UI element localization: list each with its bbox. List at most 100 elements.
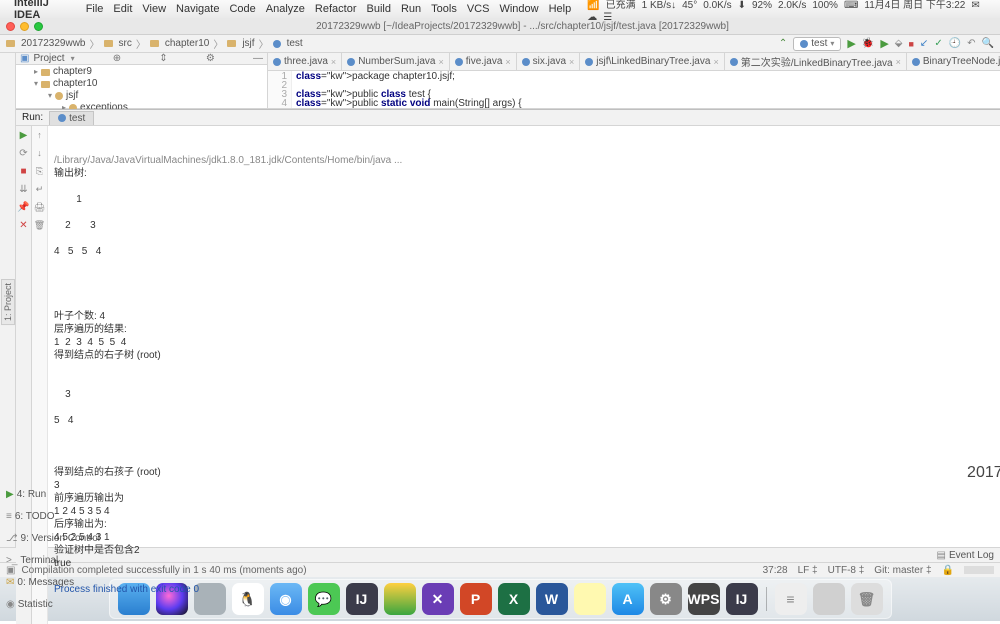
- bottom-tool-icon: ≡: [6, 511, 12, 522]
- run-toolbar-button[interactable]: ⇊: [18, 183, 30, 195]
- menu-run[interactable]: Run: [401, 3, 421, 15]
- run-icon[interactable]: ▶: [847, 37, 855, 50]
- editor-tab[interactable]: NumberSum.java×: [342, 53, 450, 70]
- status-menu-icon[interactable]: ▣: [6, 565, 15, 576]
- menu-navigate[interactable]: Navigate: [176, 3, 219, 15]
- breadcrumb-item[interactable]: src: [119, 38, 132, 49]
- minimize-window-icon[interactable]: [20, 22, 29, 31]
- menu-refactor[interactable]: Refactor: [315, 3, 357, 15]
- menu-vcs[interactable]: VCS: [467, 3, 490, 15]
- menu-analyze[interactable]: Analyze: [266, 3, 305, 15]
- console-toolbar-button[interactable]: ↵: [34, 183, 46, 195]
- run-toolbar-button[interactable]: 📌: [18, 201, 30, 213]
- menu-help[interactable]: Help: [549, 3, 572, 15]
- search-icon[interactable]: 🔍: [982, 38, 994, 49]
- console-line: [54, 232, 1000, 245]
- editor-tab[interactable]: three.java×: [268, 53, 342, 70]
- menubar-status-item[interactable]: 0.0K/s: [703, 0, 731, 11]
- close-window-icon[interactable]: [6, 22, 15, 31]
- console-toolbar-button[interactable]: 🗑: [34, 219, 46, 231]
- tree-arrow-icon[interactable]: ▸: [34, 66, 38, 78]
- tree-item[interactable]: ▾jsjf: [20, 90, 263, 102]
- java-file-icon: [522, 58, 530, 66]
- run-toolbar-button[interactable]: ⟳: [18, 147, 30, 159]
- tree-item[interactable]: ▾chapter10: [20, 78, 263, 90]
- zoom-window-icon[interactable]: [34, 22, 43, 31]
- editor-tab[interactable]: 第二次实验/LinkedBinaryTree.java×: [725, 53, 907, 70]
- menubar-status-item[interactable]: ⬇: [738, 0, 746, 11]
- gutter-line-numbers: 1234: [268, 71, 292, 108]
- menubar-status-item[interactable]: 11月4日 周日 下午3:22: [864, 0, 965, 11]
- run-tab[interactable]: test: [49, 111, 94, 125]
- stop-icon[interactable]: ■: [908, 39, 913, 49]
- menu-view[interactable]: View: [142, 3, 166, 15]
- tree-arrow-icon[interactable]: ▾: [48, 90, 52, 102]
- chevron-down-icon[interactable]: ▾: [71, 54, 75, 63]
- breadcrumb-item[interactable]: test: [287, 38, 303, 49]
- menu-file[interactable]: File: [86, 3, 104, 15]
- close-tab-icon[interactable]: ×: [896, 57, 901, 67]
- breadcrumb[interactable]: 20172329wwb〉src〉chapter10〉jsjf〉test: [6, 36, 303, 51]
- git-commit-icon[interactable]: ✓: [934, 38, 942, 49]
- menu-edit[interactable]: Edit: [113, 3, 132, 15]
- console-line: 1 2 3 4 5 5 4: [54, 336, 1000, 349]
- run-config-select[interactable]: test ▾: [793, 37, 841, 51]
- close-tab-icon[interactable]: ×: [438, 57, 443, 67]
- breadcrumb-item[interactable]: 20172329wwb: [21, 38, 86, 49]
- console-toolbar-button[interactable]: ↓: [34, 147, 46, 159]
- menubar-status-item[interactable]: 📶: [587, 0, 599, 11]
- console-output[interactable]: /Library/Java/JavaVirtualMachines/jdk1.8…: [48, 126, 1000, 624]
- left-tab-0[interactable]: 1: Project: [1, 279, 15, 325]
- collapse-icon[interactable]: ⇕: [159, 53, 167, 64]
- close-tab-icon[interactable]: ×: [569, 57, 574, 67]
- editor-tab[interactable]: jsjf\LinkedBinaryTree.java×: [580, 53, 724, 70]
- menubar-status-item[interactable]: 2.0K/s: [778, 0, 806, 11]
- console-line: 5 4: [54, 414, 1000, 427]
- debug-icon[interactable]: 🐞: [862, 38, 874, 49]
- tree-arrow-icon[interactable]: ▾: [34, 78, 38, 90]
- menubar-status-item[interactable]: 1 KB/s↓: [642, 0, 676, 11]
- run-toolbar-button[interactable]: ■: [18, 165, 30, 177]
- breadcrumb-item[interactable]: jsjf: [242, 38, 254, 49]
- console-line: 得到结点的右子树 (root): [54, 349, 1000, 362]
- menubar-status-item[interactable]: 已充满: [606, 0, 636, 11]
- profile-icon[interactable]: ⬙: [895, 38, 903, 49]
- close-tab-icon[interactable]: ×: [713, 57, 718, 67]
- menu-build[interactable]: Build: [366, 3, 390, 15]
- git-revert-icon[interactable]: ↶: [967, 38, 975, 49]
- build-icon[interactable]: ⌃: [779, 38, 787, 49]
- menu-tools[interactable]: Tools: [431, 3, 457, 15]
- project-header[interactable]: ▣ Project ▾ ⊕ ⇕ ⚙ —: [16, 53, 267, 65]
- close-tab-icon[interactable]: ×: [331, 57, 336, 67]
- git-history-icon[interactable]: 🕘: [949, 38, 961, 49]
- tab-label: NumberSum.java: [358, 56, 435, 67]
- git-update-icon[interactable]: ↙: [920, 38, 928, 49]
- close-tab-icon[interactable]: ×: [505, 57, 510, 67]
- menubar-status-item[interactable]: ✉: [971, 0, 979, 11]
- menubar-status-item[interactable]: ⌨: [844, 0, 858, 11]
- editor-tab[interactable]: five.java×: [450, 53, 517, 70]
- run-toolbar-button[interactable]: ▶: [18, 129, 30, 141]
- menubar-status-item[interactable]: 100%: [812, 0, 838, 11]
- tab-label: 第二次实验/LinkedBinaryTree.java: [741, 54, 893, 69]
- menu-code[interactable]: Code: [229, 3, 255, 15]
- tab-label: three.java: [284, 56, 328, 67]
- tree-item[interactable]: ▸chapter9: [20, 66, 263, 78]
- editor-tab[interactable]: six.java×: [517, 53, 581, 70]
- project-tree[interactable]: ▸chapter9▾chapter10▾jsjf▸exceptions: [16, 65, 267, 115]
- editor-tab[interactable]: BinaryTreeNode.java×: [907, 53, 1000, 70]
- hide-icon[interactable]: —: [253, 53, 263, 64]
- menubar-status-item[interactable]: 45°: [682, 0, 697, 11]
- console-toolbar-button[interactable]: ⎘: [34, 165, 46, 177]
- breadcrumb-item[interactable]: chapter10: [165, 38, 209, 49]
- settings-icon[interactable]: ⚙: [206, 53, 215, 64]
- run-toolbar-button[interactable]: ✕: [18, 219, 30, 231]
- target-icon[interactable]: ⊕: [113, 53, 121, 64]
- code-area[interactable]: class="kw">package chapter10.jsjf; class…: [292, 71, 1000, 108]
- coverage-icon[interactable]: ▶: [880, 37, 888, 50]
- app-name[interactable]: IntelliJ IDEA: [14, 0, 76, 21]
- console-toolbar-button[interactable]: ↑: [34, 129, 46, 141]
- menu-window[interactable]: Window: [499, 3, 538, 15]
- console-toolbar-button[interactable]: 🖨: [34, 201, 46, 213]
- menubar-status-item[interactable]: 92%: [752, 0, 772, 11]
